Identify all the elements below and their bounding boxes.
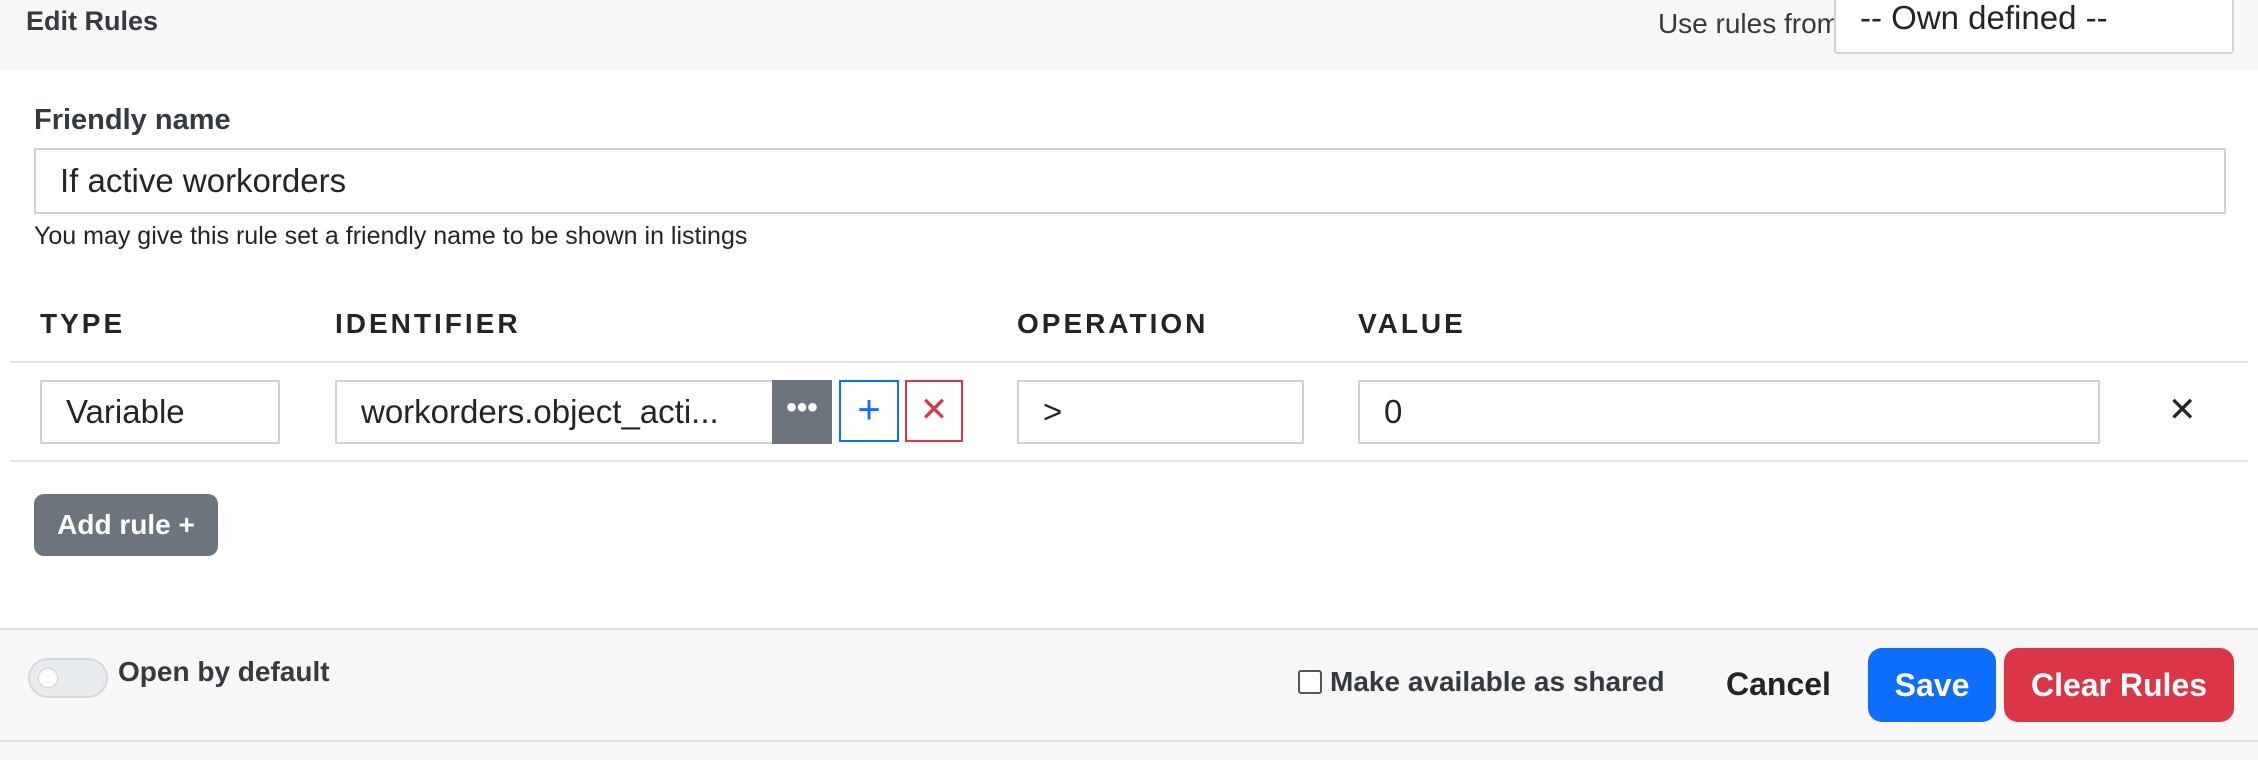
friendly-name-input[interactable]: If active workorders	[34, 148, 2226, 214]
add-rule-button[interactable]: Add rule +	[34, 494, 218, 556]
shared-label: Make available as shared	[1330, 666, 1665, 697]
open-by-default-label: Open by default	[118, 656, 330, 687]
column-header-identifier: IDENTIFIER	[335, 308, 521, 339]
identifier-clear-button[interactable]: ✕	[905, 380, 963, 442]
toggle-knob	[38, 668, 58, 688]
plus-icon: +	[857, 388, 881, 432]
table-header-divider	[10, 361, 2248, 363]
type-input[interactable]: Variable	[40, 380, 280, 444]
table-row-divider	[10, 460, 2248, 462]
save-button[interactable]: Save	[1868, 648, 1996, 722]
x-icon: ✕	[919, 391, 949, 429]
page-title: Edit Rules	[26, 6, 159, 36]
operation-input[interactable]: >	[1017, 380, 1304, 444]
value-input[interactable]: 0	[1358, 380, 2100, 444]
column-header-value: VALUE	[1358, 308, 1466, 339]
column-header-operation: OPERATION	[1017, 308, 1209, 339]
clear-rules-button[interactable]: Clear Rules	[2004, 648, 2234, 722]
identifier-input[interactable]: workorders.object_acti...	[335, 380, 773, 444]
close-icon: ✕	[2168, 391, 2197, 429]
friendly-name-label: Friendly name	[34, 104, 231, 136]
ellipsis-icon: •••	[786, 391, 818, 424]
use-rules-select[interactable]: -- Own defined --	[1834, 0, 2234, 54]
panel-header: Edit Rules Use rules from -- Own defined…	[0, 0, 2258, 70]
identifier-more-button[interactable]: •••	[772, 380, 832, 444]
cancel-button[interactable]: Cancel	[1726, 666, 1831, 703]
column-header-type: TYPE	[40, 308, 126, 339]
footer-bottom-border	[0, 740, 2258, 742]
open-by-default-toggle[interactable]	[28, 658, 108, 698]
use-rules-label: Use rules from	[1657, 8, 1840, 39]
identifier-add-button[interactable]: +	[839, 380, 899, 442]
remove-rule-button[interactable]: ✕	[2168, 390, 2197, 430]
friendly-name-help: You may give this rule set a friendly na…	[34, 222, 748, 250]
shared-checkbox[interactable]	[1298, 670, 1322, 694]
